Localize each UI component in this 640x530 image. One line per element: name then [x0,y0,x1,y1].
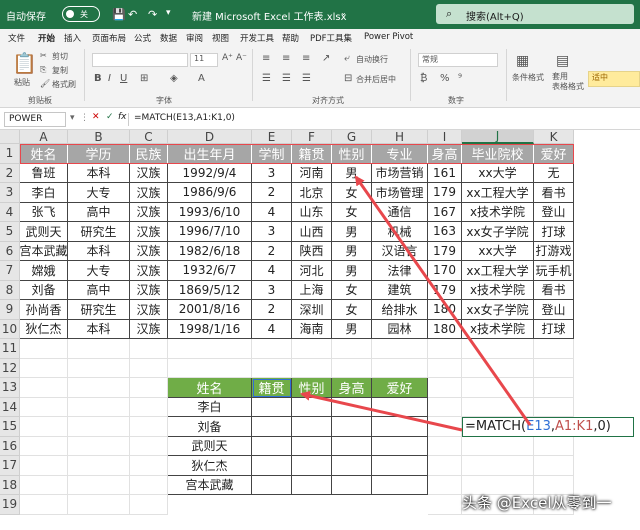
annotation-arrows [300,175,532,432]
arrow-to-lookup-row [354,175,532,426]
watermark: 头条 @Excel从零到一 [462,494,612,512]
arrow-to-lookup-value [300,390,463,432]
